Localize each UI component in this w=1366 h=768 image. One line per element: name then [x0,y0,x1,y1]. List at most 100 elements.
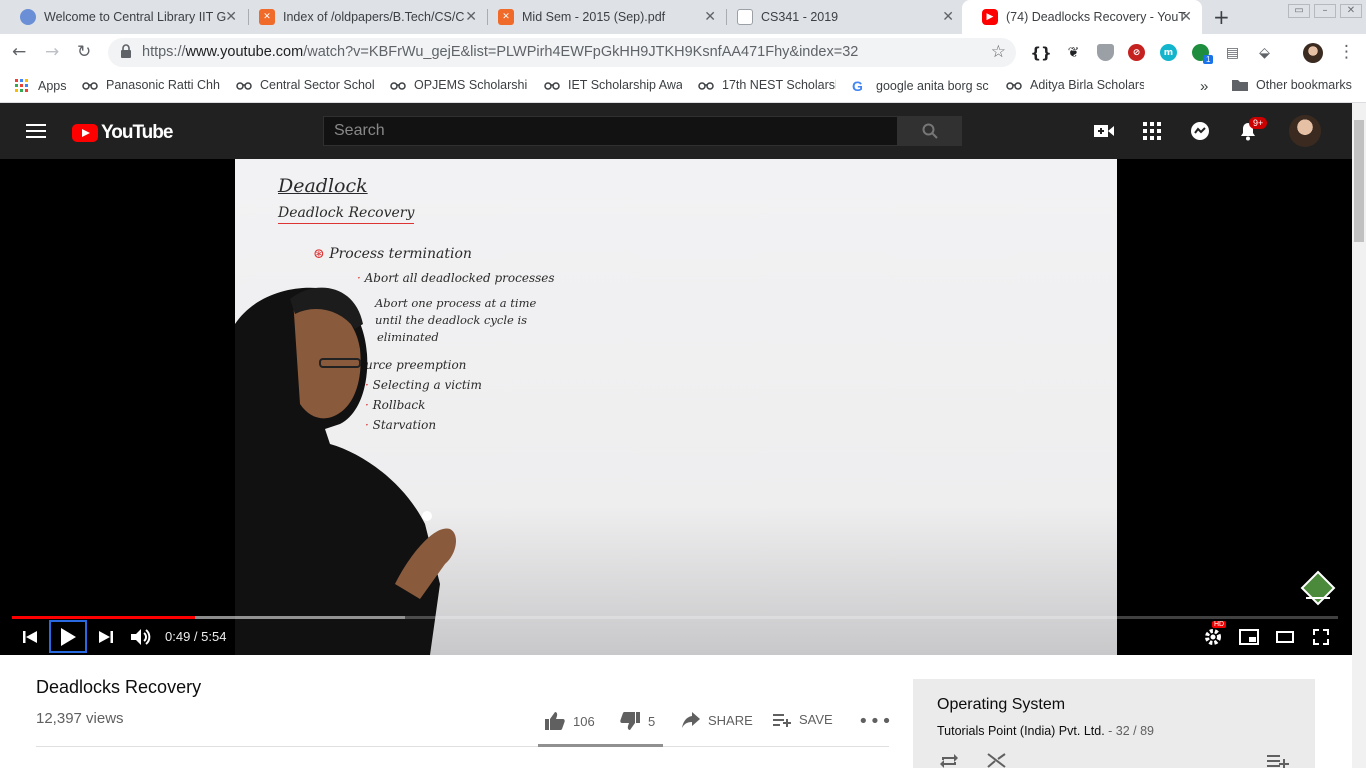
bookmark-nest[interactable]: 17th NEST Scholarsh [698,78,836,92]
theater-mode-icon[interactable] [1274,625,1296,649]
search-input[interactable]: Search [323,116,898,146]
bookmark-label: Other bookmarks [1256,78,1352,92]
address-bar[interactable]: https://www.youtube.com/watch?v=KBFrWu_g… [108,38,1016,67]
settings-gear-icon[interactable]: HD [1202,621,1227,649]
close-tab-icon[interactable]: ✕ [704,9,716,25]
bookmark-anita-borg[interactable]: G google anita borg sc [852,78,990,94]
messages-icon[interactable] [1189,121,1211,141]
bookmark-label: Aditya Birla Scholars [1030,78,1144,92]
close-tab-icon[interactable]: ✕ [465,9,477,25]
video-title: Deadlocks Recovery [36,677,202,697]
new-tab-plus-icon[interactable]: + [1213,5,1230,29]
shield-icon[interactable] [1097,44,1114,61]
bookmark-iet[interactable]: IET Scholarship Awa [544,78,682,92]
tab-title: Mid Sem - 2015 (Sep).pdf [522,10,666,24]
scrollbar-thumb[interactable] [1354,120,1364,242]
playlist-menu-icon[interactable] [1267,754,1289,768]
dislike-button[interactable]: 5 [620,712,655,730]
library-favicon-icon [20,9,36,25]
url-scheme: https:// [142,44,186,60]
thumbs-down-icon [620,712,640,730]
miniplayer-icon[interactable] [1238,625,1260,649]
video-player[interactable]: Deadlock Deadlock Recovery ⊛ Process ter… [0,159,1352,655]
m-circle-icon[interactable]: m [1160,44,1177,61]
window-minimize-icon[interactable]: – [1314,4,1336,18]
bookmark-central-sector[interactable]: Central Sector Schol [236,78,374,92]
like-button[interactable]: 106 [545,712,595,730]
current-time: 0:49 [165,629,191,644]
window-close-icon[interactable]: ✕ [1340,4,1362,18]
browser-toolbar: ← → ↻ https://www.youtube.com/watch?v=KB… [0,34,1366,71]
map-pin-icon[interactable]: ⬙ [1256,44,1273,61]
more-actions-icon[interactable]: ••• [858,711,893,732]
gnome-icon[interactable]: ❦ [1065,44,1082,61]
xampp-favicon-icon: ✕ [259,9,275,25]
apps-grid-icon[interactable] [1141,121,1163,141]
bookmark-panasonic[interactable]: Panasonic Ratti Chha [82,78,220,92]
extension-badge: 1 [1203,55,1214,64]
share-label: SHARE [708,712,753,728]
hd-badge: HD [1212,621,1227,628]
reader-icon[interactable]: ▤ [1224,44,1241,61]
back-arrow-icon[interactable]: ← [12,42,26,62]
like-ratio-bar [538,744,663,747]
bookmark-aditya-birla[interactable]: Aditya Birla Scholars [1006,78,1144,92]
hamburger-menu-icon[interactable] [26,124,46,138]
bookmark-opjems[interactable]: OPJEMS Scholarship [390,78,528,92]
browser-tab-youtube-active[interactable]: ▶ (74) Deadlocks Recovery - YouT ✕ [962,0,1202,34]
playlist-channel[interactable]: Tutorials Point (India) Pvt. Ltd. [937,724,1105,738]
profile-avatar[interactable] [1303,43,1323,63]
create-video-icon[interactable] [1093,121,1115,141]
search-icon [922,123,938,139]
other-bookmarks-folder[interactable]: Other bookmarks [1232,78,1352,92]
bookmark-label: Panasonic Ratti Chha [106,78,220,92]
youtube-wordmark: YouTube [101,122,173,143]
browser-tab-cs341[interactable]: CS341 - 2019 ✕ [717,0,964,34]
reload-icon[interactable]: ↻ [77,42,91,62]
close-tab-icon[interactable]: ✕ [1180,9,1192,25]
whiteboard-heading: Deadlock [278,175,368,197]
share-button[interactable]: SHARE [682,712,753,728]
braces-icon[interactable]: {} [1030,44,1052,62]
glasses-icon [236,82,252,90]
bookmark-label: Central Sector Schol [260,78,374,92]
search-button[interactable] [898,116,962,146]
youtube-logo[interactable]: YouTube [72,122,173,144]
next-video-icon[interactable] [96,625,116,649]
bookmarks-bar: Apps Panasonic Ratti Chha Central Sector… [0,71,1366,103]
previous-video-icon[interactable] [20,625,40,649]
browser-tab-strip: Welcome to Central Library IIT G ✕ ✕ Ind… [0,0,1366,34]
save-button[interactable]: SAVE [773,712,833,727]
bookmark-apps[interactable]: Apps [14,78,67,94]
bookmarks-overflow-button[interactable]: » [1200,78,1208,95]
play-button[interactable] [49,620,87,653]
close-tab-icon[interactable]: ✕ [942,9,954,25]
thumbs-up-icon [545,712,565,730]
tab-title: Index of /oldpapers/B.Tech/CS/C [283,10,465,24]
bookmark-label: google anita borg sc [876,79,989,93]
notification-count-badge: 9+ [1249,117,1268,129]
close-tab-icon[interactable]: ✕ [225,9,237,25]
browser-tab-midsem-pdf[interactable]: ✕ Mid Sem - 2015 (Sep).pdf ✕ [478,0,726,34]
browser-tab-central-library[interactable]: Welcome to Central Library IIT G ✕ [0,0,247,34]
fullscreen-icon[interactable] [1310,625,1332,649]
shuffle-icon[interactable] [987,753,1007,768]
browser-tab-oldpapers-index[interactable]: ✕ Index of /oldpapers/B.Tech/CS/C ✕ [239,0,487,34]
volume-icon[interactable] [130,625,152,649]
url-text: https://www.youtube.com/watch?v=KBFrWu_g… [142,44,858,60]
google-icon: G [852,78,863,94]
playlist-title[interactable]: Operating System [937,696,1065,714]
account-avatar[interactable] [1289,115,1321,147]
chrome-menu-icon[interactable]: ⋮ [1338,42,1355,62]
glasses-icon [390,82,406,90]
bookmark-star-icon[interactable]: ☆ [991,42,1006,62]
tab-title: Welcome to Central Library IIT G [44,10,227,24]
loop-playlist-icon[interactable] [939,754,959,768]
window-restore-icon[interactable]: ▭ [1288,4,1310,18]
video-frame: Deadlock Deadlock Recovery ⊛ Process ter… [235,159,1117,655]
playlist-position: - 32 / 89 [1104,724,1155,738]
forward-arrow-icon[interactable]: → [45,42,59,62]
progress-played [12,616,195,619]
block-icon[interactable]: ⊘ [1128,44,1145,61]
bookmark-label: IET Scholarship Awa [568,78,682,92]
